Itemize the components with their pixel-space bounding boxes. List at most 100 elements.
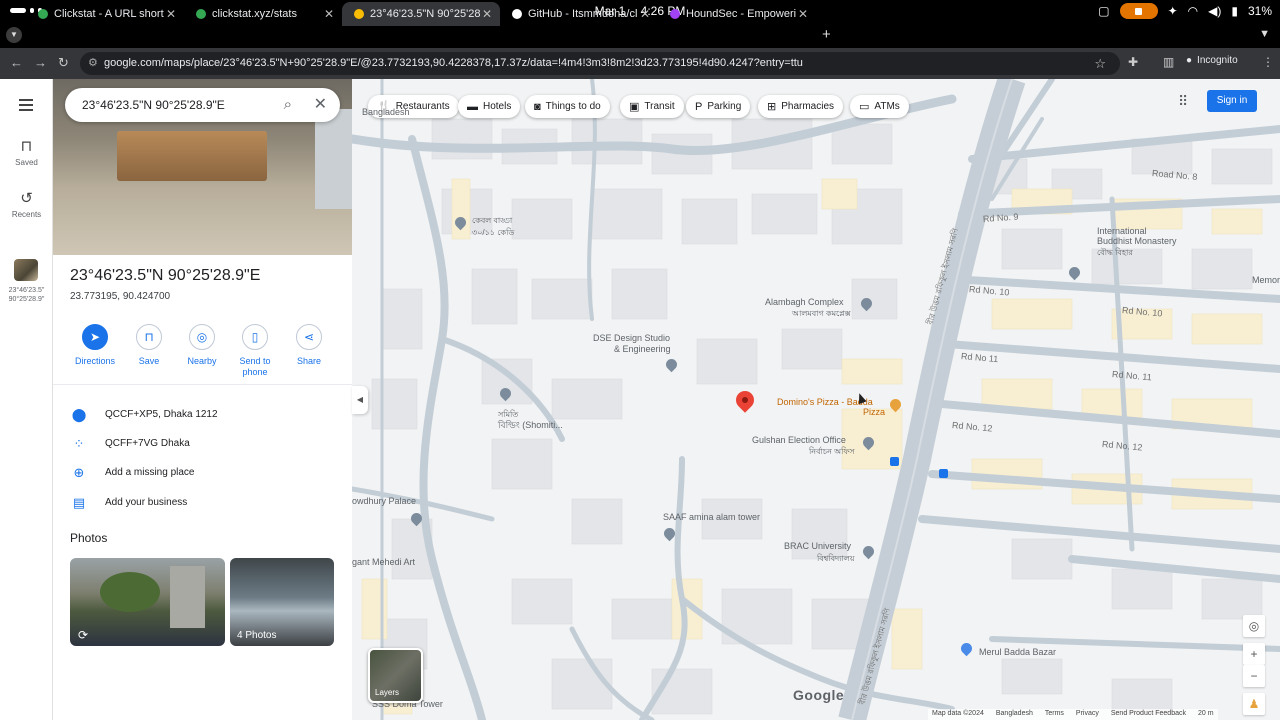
extensions-icon[interactable]: ✚ [1128,55,1138,69]
feedback-link[interactable]: Send Product Feedback [1111,710,1186,719]
layers-button[interactable]: Layers [368,648,423,703]
plus-code-icon: ⁘ [73,436,85,451]
incognito-indicator[interactable]: ● Incognito [1186,55,1238,66]
tab-search-button[interactable]: ▼ [6,27,22,43]
country-link[interactable]: Bangladesh [996,710,1033,719]
search-box[interactable]: 23°46'23.5"N 90°25'28.9"E ⌕ ✕ [65,88,340,122]
map-data-credit: Map data ©2024 [932,710,984,717]
chip-hotels[interactable]: ▬ Hotels [458,95,521,118]
nearby-button[interactable]: ◎ Nearby [175,324,229,367]
search-input[interactable]: 23°46'23.5"N 90°25'28.9"E [82,98,225,112]
chip-label: Hotels [483,101,512,112]
site-info-icon[interactable]: ⚙ [88,52,98,75]
google-apps-icon[interactable]: ⠿ [1178,93,1188,110]
collapse-panel-button[interactable]: ◀ [352,386,368,414]
close-tab-icon[interactable]: ✕ [322,7,336,21]
map-label: আলমবাগ কমপ্লেক্স [792,309,851,318]
close-tab-icon[interactable]: ✕ [638,7,652,21]
chip-label: Things to do [545,101,601,112]
clipboard-icon[interactable]: ▢ [1098,4,1109,18]
search-icon[interactable]: ⌕ [284,88,292,122]
share-button[interactable]: ⋖ Share [282,324,336,367]
address-bar[interactable]: ⚙ google.com/maps/place/23°46'23.5"N+90°… [80,52,1120,75]
tab-title: clickstat.xyz/stats [212,8,297,20]
chip-things-to-do[interactable]: ◙ Things to do [525,95,610,118]
rail-saved[interactable]: ⊓ Saved [0,137,53,167]
save-button[interactable]: ⊓ Save [122,324,176,367]
add-missing-place-row[interactable]: ⊕ Add a missing place [53,465,352,494]
side-panel-icon[interactable]: ▥ [1163,55,1174,69]
sign-in-button[interactable]: Sign in [1207,90,1257,112]
map-label: বিল্ডিং (Shomiti... [498,420,563,430]
recent-place-thumbnail[interactable] [14,259,38,281]
privacy-link[interactable]: Privacy [1076,710,1099,719]
tab-title: 23°46'23.5"N 90°25'28.9 [370,8,480,20]
bed-icon: ▬ [467,100,478,113]
map-label: BRAC University [784,541,852,551]
tab-menu-chevron-icon[interactable]: ▼ [1259,28,1270,40]
map-canvas[interactable]: 🍴 Restaurants ▬ Hotels ◙ Things to do ▣ Tran… [352,79,1280,720]
action-label: Send to phone [239,356,271,377]
tab-title: Clickstat - A URL shorten [54,8,164,20]
tab-clickstat[interactable]: Clickstat - A URL shorten ✕ [26,2,184,26]
chip-transit[interactable]: ▣ Transit [620,95,684,118]
close-tab-icon[interactable]: ✕ [480,7,494,21]
bookmark-icon: ⊓ [20,138,33,155]
bookmark-icon: ⊓ [136,324,162,350]
tab-title: HoundSec - Empowering [686,8,796,20]
stop-icon [1135,7,1143,15]
directions-icon: ➤ [82,324,108,350]
incognito-icon: ● [1186,55,1193,66]
chip-pharmacies[interactable]: ⊞ Pharmacies [758,95,844,118]
map-label: Pizza [863,407,886,417]
favicon-icon [670,9,680,19]
history-icon: ↺ [20,190,33,207]
incognito-label: Incognito [1197,55,1238,66]
train-icon: ▣ [629,101,640,113]
bus-stop-icon[interactable] [890,457,899,466]
bookmark-star-icon[interactable]: ☆ [1094,52,1106,75]
location-pin-icon: ⬤ [71,407,87,422]
close-tab-icon[interactable]: ✕ [164,7,178,21]
my-location-icon[interactable]: ◎ [1243,615,1265,637]
send-to-phone-button[interactable]: ▯ Send to phone [228,324,282,378]
tab-google-maps[interactable]: 23°46'23.5"N 90°25'28.9 ✕ [342,2,500,26]
close-tab-icon[interactable]: ✕ [796,7,810,21]
share-icon: ⋖ [296,324,322,350]
recent-place-label[interactable]: 23°46'23.5" 90°25'28.9" [0,286,53,304]
rail-recents[interactable]: ↺ Recents [0,189,53,219]
business-icon: ▤ [72,495,86,510]
zoom-in-button[interactable]: + [1243,643,1265,665]
volume-icon: ◀) [1208,4,1222,18]
add-place-icon: ⊕ [73,465,85,480]
pegman-icon[interactable]: ♟ [1243,693,1265,715]
tab-clickstat-stats[interactable]: clickstat.xyz/stats ✕ [184,2,342,26]
bus-stop-icon[interactable] [939,469,948,478]
directions-button[interactable]: ➤ Directions [68,324,122,367]
chip-parking[interactable]: P Parking [686,95,751,118]
tab-github[interactable]: GitHub - Itsmmdoha/clic ✕ [500,2,658,26]
maps-pin-icon [354,9,364,19]
new-tab-button[interactable]: + [822,26,831,43]
zoom-out-button[interactable]: − [1243,665,1265,687]
photos-gallery[interactable]: 4 Photos [230,558,334,646]
screen-record-badge[interactable] [1119,3,1158,19]
reload-icon[interactable]: ↻ [58,55,69,71]
add-business-row[interactable]: ▤ Add your business [53,495,352,524]
more-menu-icon[interactable]: ⋮ [1262,55,1274,69]
tab-houndsec[interactable]: HoundSec - Empowering ✕ [658,2,816,26]
camera-icon: ◙ [534,100,541,113]
tab-title: GitHub - Itsmmdoha/clic [528,8,638,20]
plus-code-row[interactable]: ⬤ QCCF+XP5, Dhaka 1212 [53,407,352,436]
close-icon[interactable]: ✕ [314,88,327,122]
favicon-icon [196,9,206,19]
scale-bar[interactable]: 20 m [1198,710,1214,719]
back-arrow-icon[interactable]: ← [10,55,23,70]
alt-plus-code-row[interactable]: ⁘ QCFF+7VG Dhaka [53,436,352,465]
street-view-photo[interactable]: ⟳ [70,558,225,646]
menu-hamburger-icon[interactable] [19,99,33,114]
forward-arrow-icon[interactable]: → [34,55,47,70]
google-logo: Google [793,687,845,703]
terms-link[interactable]: Terms [1045,710,1064,719]
chip-atms[interactable]: ▭ ATMs [850,95,909,118]
